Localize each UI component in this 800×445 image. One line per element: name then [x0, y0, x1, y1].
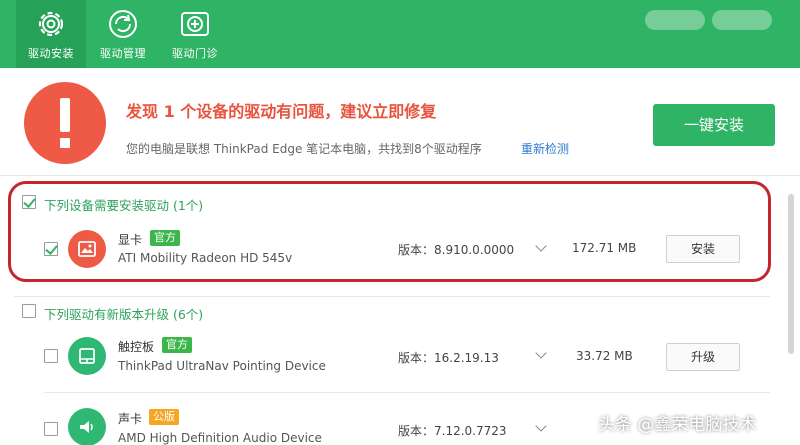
- window-controls-blurred: [712, 10, 772, 30]
- tab-driver-manage[interactable]: 驱动管理: [88, 0, 158, 68]
- device-name: 声卡: [118, 412, 143, 426]
- tab-label: 驱动管理: [100, 47, 146, 60]
- driver-version: 版本：16.2.19.13: [398, 351, 499, 365]
- device-name: 触控板: [118, 340, 155, 354]
- divider: [44, 392, 770, 393]
- driver-size: 33.72 MB: [576, 349, 633, 363]
- highlight-annotation: [8, 181, 771, 282]
- tab-driver-clinic[interactable]: 驱动门诊: [160, 0, 230, 68]
- chevron-down-icon[interactable]: [535, 347, 547, 359]
- alert-subtitle: 您的电脑是联想 ThinkPad Edge 笔记本电脑，共找到8个驱动程序: [126, 142, 482, 156]
- row-checkbox[interactable]: [44, 422, 58, 436]
- device-model: ThinkPad UltraNav Pointing Device: [118, 359, 326, 373]
- touchpad-icon: [68, 337, 106, 375]
- watermark: 头条 @鑫荣电脑技术: [598, 415, 757, 435]
- driver-version: 版本：7.12.0.7723: [398, 424, 507, 438]
- medical-kit-icon: [181, 12, 209, 36]
- section-checkbox[interactable]: [22, 304, 36, 318]
- alert-title: 发现 1 个设备的驱动有问题，建议立即修复: [126, 102, 437, 121]
- upgrade-button[interactable]: 升级: [666, 343, 740, 371]
- window-controls-blurred: [645, 10, 705, 30]
- generic-badge: 公版: [149, 409, 179, 425]
- device-model: AMD High Definition Audio Device: [118, 431, 322, 445]
- tab-driver-install[interactable]: 驱动安装: [16, 0, 86, 68]
- tab-label: 驱动安装: [28, 47, 74, 60]
- section-title-upgrade: 下列驱动有新版本升级 (6个): [44, 307, 204, 322]
- row-checkbox[interactable]: [44, 349, 58, 363]
- scrollbar[interactable]: [788, 194, 794, 354]
- top-toolbar: 驱动安装 驱动管理 驱动门诊: [0, 0, 800, 68]
- tab-label: 驱动门诊: [172, 47, 218, 60]
- speaker-icon: [68, 408, 106, 445]
- official-badge: 官方: [162, 337, 192, 353]
- divider: [14, 296, 770, 297]
- refresh-icon: [109, 10, 137, 38]
- chevron-down-icon[interactable]: [535, 420, 547, 432]
- gear-icon: [38, 11, 64, 37]
- install-all-button[interactable]: 一键安装: [653, 104, 775, 146]
- exclamation-icon: [24, 82, 106, 164]
- recheck-link[interactable]: 重新检测: [521, 140, 569, 157]
